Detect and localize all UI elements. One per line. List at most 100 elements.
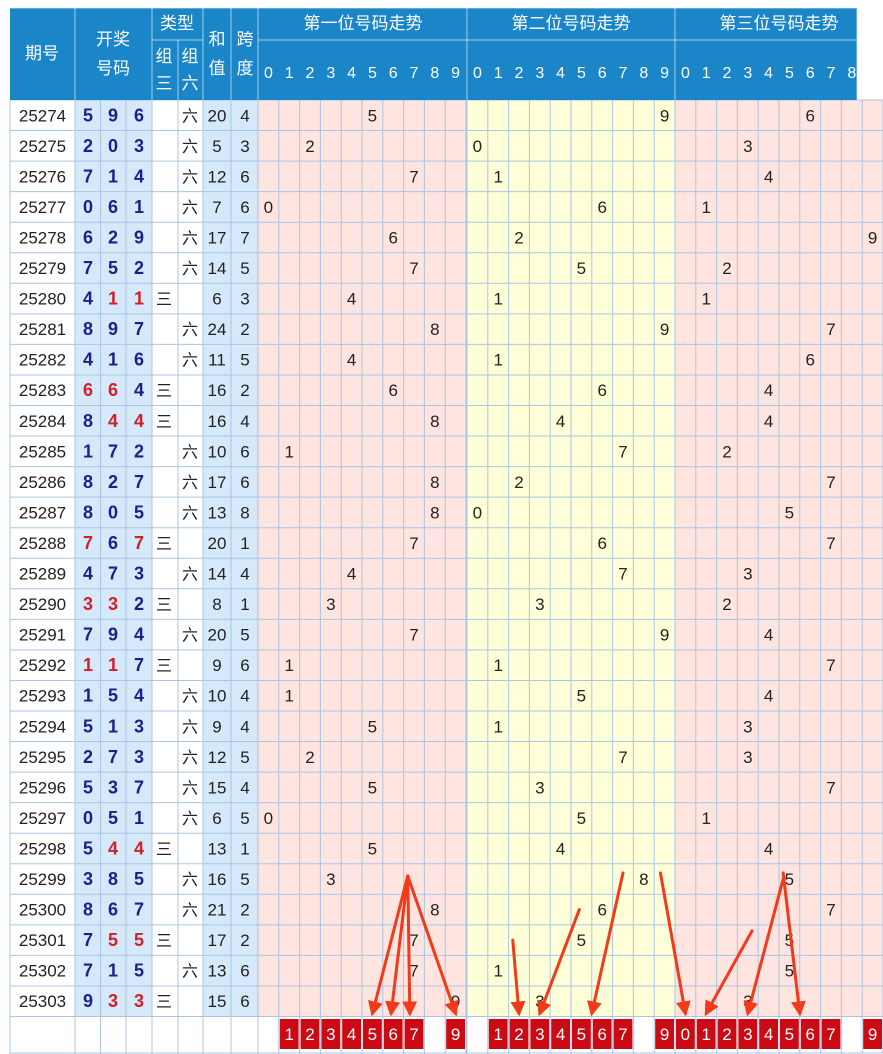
header-period: 期号 [25,44,59,63]
group6-cell: 六 [182,504,198,522]
draw-digit: 5 [108,930,118,950]
pos2-trend-digit: 5 [577,931,586,950]
draw-digit: 5 [83,716,93,736]
pos2-marker: 1 [488,1019,508,1049]
draw-digit: 1 [134,808,144,828]
draw-digit: 1 [134,289,144,309]
pos1-header-digit: 2 [306,65,315,82]
marker-digit: 9 [451,1025,460,1044]
marker-digit: 1 [284,1025,293,1044]
draw-digit: 4 [134,411,144,431]
pos3-marker: 5 [780,1019,799,1049]
sum-cell: 12 [208,167,227,186]
draw-digit: 7 [83,930,93,950]
pos2-trend-digit: 1 [493,656,502,675]
draw-digit: 2 [83,136,93,156]
pos1-trend-digit: 2 [305,748,314,767]
pos3-trend-digit: 4 [764,687,773,706]
pos1-header-digit: 4 [347,65,356,82]
draw-digit: 3 [134,136,144,156]
pos1-trend-digit: 0 [264,198,273,217]
draw-digit: 9 [108,319,118,339]
group6-cell: 六 [182,627,198,645]
marker-digit: 2 [305,1025,314,1044]
period-cell: 25292 [19,656,66,675]
group6-cell: 六 [182,779,198,797]
span-cell: 5 [240,626,249,645]
pos1-header-digit: 5 [368,65,377,82]
draw-digit: 7 [83,533,93,553]
pos2-trend-digit: 7 [618,565,627,584]
span-cell: 6 [240,442,249,461]
pos3-trend-digit: 4 [764,167,773,186]
pos2-trend-digit: 6 [597,534,606,553]
draw-digit: 3 [108,594,118,614]
span-cell: 8 [240,503,249,522]
draw-digit: 5 [134,869,144,889]
draw-digit: 7 [134,319,144,339]
pos2-header-digit: 8 [639,65,648,82]
period-cell: 25291 [19,626,66,645]
marker-digit: 7 [409,1025,418,1044]
period-cell: 25282 [19,351,66,370]
group3-cell: 三 [156,597,172,614]
sum-cell: 10 [208,687,227,706]
pos1-header-digit: 1 [285,65,294,82]
pos3-marker: 2 [717,1019,737,1049]
pos3-trend-digit: 3 [743,565,752,584]
sum-cell: 9 [212,656,221,675]
period-cell: 25299 [19,870,66,889]
sum-cell: 17 [208,228,227,247]
group6-cell: 六 [182,352,198,370]
pos2-trend-digit: 4 [556,412,565,431]
pos3-header-digit: 8 [847,65,856,82]
header-draw-line2: 号码 [96,59,130,78]
group6-cell: 六 [182,138,198,156]
bottom-markers: 1234567912345679012345679 [279,1019,882,1049]
draw-digit: 1 [108,716,118,736]
marker-digit: 5 [577,1025,586,1044]
draw-digit: 6 [83,227,93,247]
pos2-header-digit: 9 [660,65,669,82]
draw-digit: 9 [83,991,93,1011]
marker-digit: 5 [785,1025,794,1044]
marker-digit: 9 [660,1025,669,1044]
draw-digit: 5 [108,686,118,706]
draw-digit: 2 [108,227,118,247]
draw-digit: 4 [134,686,144,706]
header-group3-line2: 三 [156,74,173,93]
pos3-trend-digit: 9 [868,228,877,247]
draw-digit: 1 [108,166,118,186]
draw-digit: 2 [134,594,144,614]
sum-cell: 11 [208,351,226,370]
group6-cell: 六 [182,749,198,767]
draw-digit: 8 [108,869,118,889]
marker-digit: 4 [347,1025,356,1044]
marker-digit: 0 [681,1025,690,1044]
marker-digit: 6 [597,1025,606,1044]
group3-cell: 三 [156,292,172,309]
group3-cell: 三 [156,933,172,950]
group6-cell: 六 [182,260,198,278]
table-header: 期号 开奖 号码 类型 组 三 组 六 和 值 跨 度 第一位号码走势 第二位号… [10,7,877,100]
pos1-marker: 5 [363,1019,382,1049]
draw-digit: 9 [108,105,118,125]
period-cell: 25303 [19,992,66,1011]
pos1-header-digit: 8 [430,65,439,82]
marker-digit: 3 [743,1025,752,1044]
sum-cell: 12 [208,748,227,767]
header-span-line2: 度 [237,59,254,78]
span-cell: 3 [240,290,249,309]
pos3-trend-digit: 7 [826,656,835,675]
group6-cell: 六 [182,107,198,125]
pos3-marker: 4 [759,1019,778,1049]
draw-digit: 7 [108,747,118,767]
draw-digit: 4 [108,411,118,431]
sum-cell: 24 [208,320,227,339]
draw-digit: 7 [83,258,93,278]
marker-digit: 4 [764,1025,773,1044]
header-group3-line1: 组 [156,47,173,66]
pos2-trend-digit: 3 [535,778,544,797]
span-cell: 4 [240,717,249,736]
group6-cell: 六 [182,229,198,247]
